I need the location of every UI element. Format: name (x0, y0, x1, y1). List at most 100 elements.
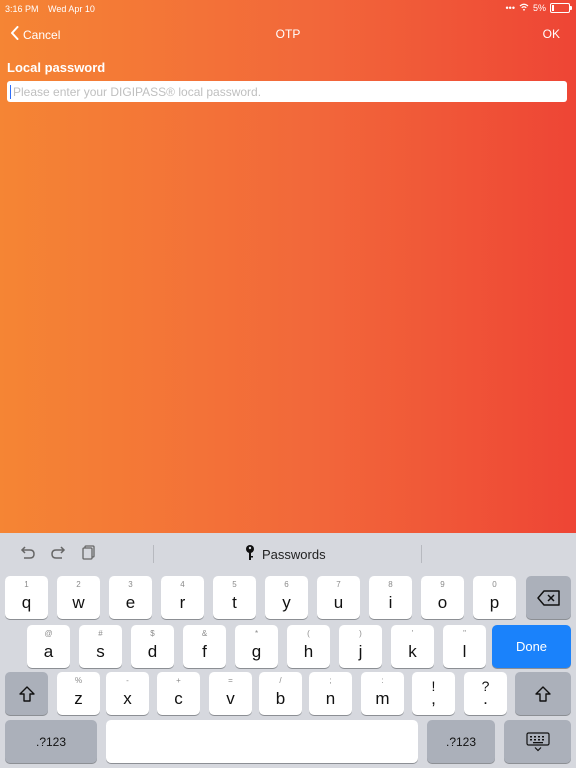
local-password-label: Local password (7, 60, 106, 75)
battery-icon (550, 3, 572, 13)
navigation-bar: Cancel OTP OK (0, 17, 576, 53)
status-date: Wed Apr 10 (48, 4, 95, 14)
keyboard-dismiss-icon (525, 731, 550, 752)
keyboard-toolbar: Passwords (0, 533, 576, 571)
key-main: q (21, 593, 32, 612)
key-secondary: 6 (284, 580, 289, 589)
passwords-button[interactable]: Passwords (244, 544, 326, 565)
numbers-key-left[interactable]: .?123 (5, 720, 97, 763)
done-button[interactable]: Done (492, 625, 571, 668)
key-z[interactable]: % z (57, 672, 100, 715)
key-main: j (358, 642, 363, 661)
key-s[interactable]: # s (79, 625, 122, 668)
key-icon (244, 544, 256, 565)
key-g[interactable]: * g (235, 625, 278, 668)
key-u[interactable]: 7u (317, 576, 360, 619)
key-period[interactable]: ?. (464, 672, 507, 715)
space-bar[interactable] (106, 720, 418, 763)
key-main: i (388, 593, 393, 612)
shift-icon (534, 685, 552, 703)
key-b[interactable]: / b (259, 672, 302, 715)
key-main: p (489, 593, 500, 612)
key-main: s (96, 642, 105, 661)
status-bar: 3:16 PM Wed Apr 10 ••• 5% (0, 0, 576, 17)
key-f[interactable]: & f (183, 625, 226, 668)
key-secondary: ; (329, 676, 332, 685)
key-secondary: " (463, 629, 466, 638)
key-j[interactable]: ) j (339, 625, 382, 668)
text-caret (10, 85, 11, 99)
paste-icon[interactable] (80, 543, 98, 561)
key-q[interactable]: 1q (5, 576, 48, 619)
shift-key-left[interactable] (5, 672, 48, 715)
key-secondary: ' (411, 629, 414, 638)
key-y[interactable]: 6y (265, 576, 308, 619)
key-main: m (375, 689, 390, 708)
backspace-key[interactable] (526, 576, 571, 619)
key-secondary: = (228, 676, 233, 685)
key-secondary: 8 (388, 580, 393, 589)
key-n[interactable]: ; n (309, 672, 352, 715)
key-w[interactable]: 2w (57, 576, 100, 619)
signal-dots-icon: ••• (505, 3, 515, 13)
status-right: ••• 5% (505, 3, 572, 13)
key-secondary: @ (44, 629, 53, 638)
key-secondary: & (201, 629, 208, 638)
key-i[interactable]: 8i (369, 576, 412, 619)
key-main: o (437, 593, 448, 612)
key-main: z (74, 689, 83, 708)
key-e[interactable]: 3e (109, 576, 152, 619)
toolbar-divider (421, 545, 422, 563)
key-a[interactable]: @ a (27, 625, 70, 668)
key-main: x (123, 689, 132, 708)
on-screen-keyboard: Passwords 1q 2w 3e 4r 5t 6y 7u 8i 9o 0p … (0, 533, 576, 768)
key-comma[interactable]: !, (412, 672, 455, 715)
keyboard-dismiss-key[interactable] (504, 720, 571, 763)
key-h[interactable]: (h (287, 625, 330, 668)
key-secondary: * (254, 629, 259, 638)
key-m[interactable]: :m (361, 672, 404, 715)
key-secondary: 9 (440, 580, 445, 589)
key-o[interactable]: 9o (421, 576, 464, 619)
key-r[interactable]: 4r (161, 576, 204, 619)
key-p[interactable]: 0p (473, 576, 516, 619)
key-main: c (174, 689, 183, 708)
key-secondary: ( (307, 629, 310, 638)
key-secondary: 3 (128, 580, 133, 589)
key-secondary: $ (150, 629, 155, 638)
key-v[interactable]: = v (209, 672, 252, 715)
key-l[interactable]: " l (443, 625, 486, 668)
local-password-input[interactable] (7, 81, 567, 102)
key-x[interactable]: -x (106, 672, 149, 715)
key-k[interactable]: ' k (391, 625, 434, 668)
key-main: a (43, 642, 54, 661)
key-main: k (408, 642, 417, 661)
key-main: . (483, 689, 488, 708)
backspace-icon (536, 589, 561, 606)
numbers-key-right[interactable]: .?123 (427, 720, 495, 763)
battery-percent: 5% (532, 3, 546, 13)
key-secondary: 7 (336, 580, 341, 589)
key-t[interactable]: 5t (213, 576, 256, 619)
status-time: 3:16 PM (5, 4, 39, 14)
key-main: , (431, 689, 436, 708)
shift-key-right[interactable] (515, 672, 571, 715)
key-main: h (303, 642, 314, 661)
key-main: t (232, 593, 237, 612)
toolbar-divider (153, 545, 154, 563)
key-secondary: 0 (492, 580, 497, 589)
key-main: b (275, 689, 286, 708)
key-main: u (333, 593, 344, 612)
key-d[interactable]: $ d (131, 625, 174, 668)
redo-icon[interactable] (50, 543, 68, 561)
shift-icon (18, 685, 36, 703)
undo-icon[interactable] (18, 543, 36, 561)
key-secondary: + (176, 676, 181, 685)
key-main: w (72, 593, 85, 612)
key-main: n (325, 689, 336, 708)
key-main: f (202, 642, 207, 661)
key-c[interactable]: + c (157, 672, 200, 715)
key-main: r (179, 593, 186, 612)
ok-button[interactable]: OK (543, 27, 560, 41)
key-main: y (282, 593, 291, 612)
